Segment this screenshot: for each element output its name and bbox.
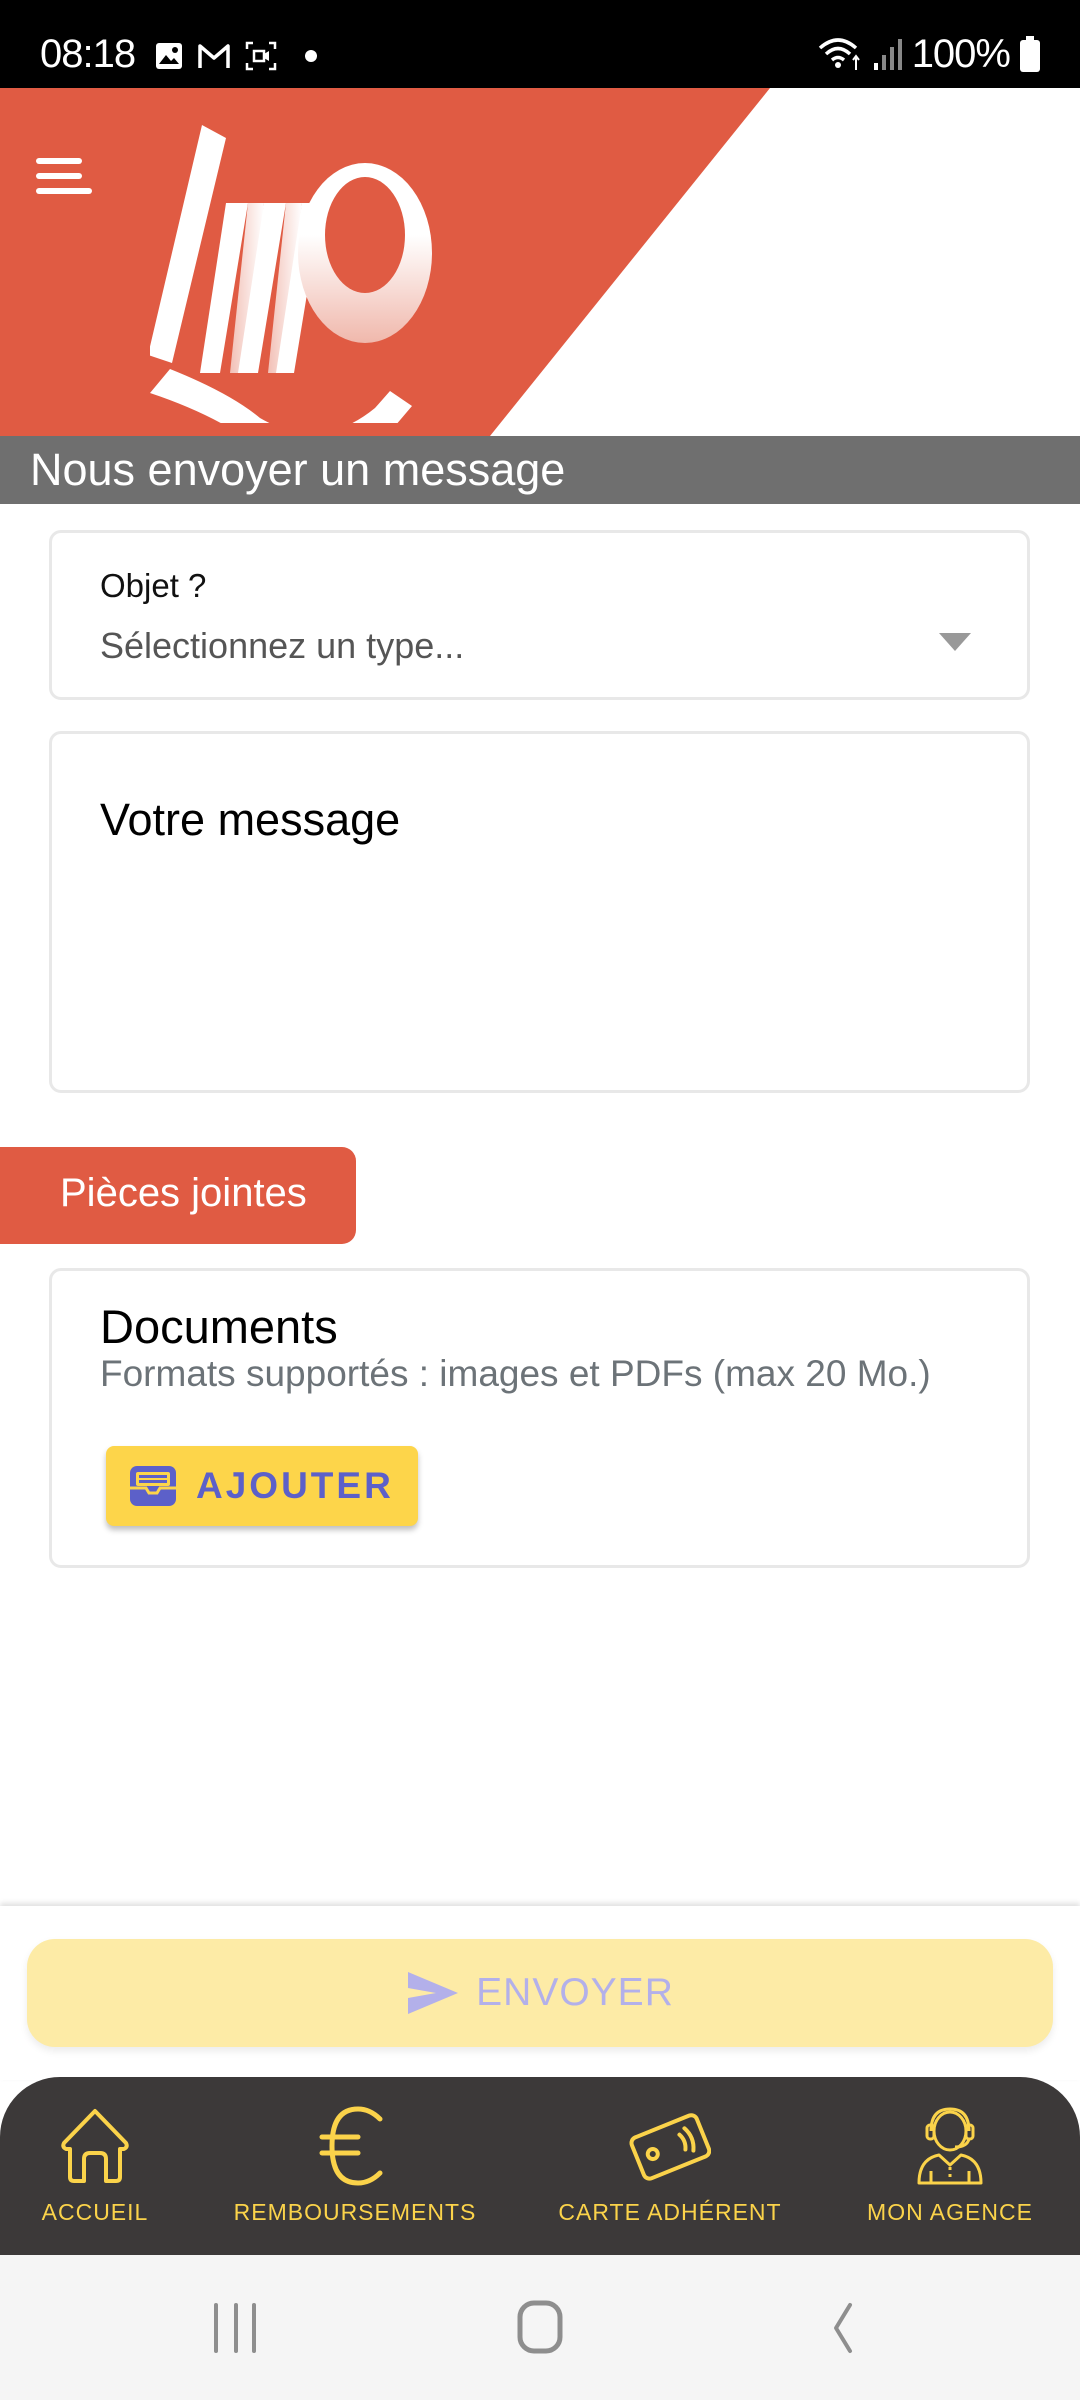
back-icon[interactable] bbox=[800, 2295, 880, 2361]
member-card-icon bbox=[629, 2113, 711, 2181]
signal-icon bbox=[873, 39, 902, 70]
wifi-icon bbox=[818, 38, 860, 70]
send-button-label: ENVOYER bbox=[476, 1971, 674, 2014]
nav-label: MON AGENCE bbox=[867, 2199, 1033, 2225]
send-icon bbox=[408, 1972, 459, 2014]
battery-icon bbox=[1020, 36, 1040, 72]
message-input[interactable] bbox=[100, 794, 987, 1060]
attachments-label: Pièces jointes bbox=[60, 1171, 307, 1215]
status-time: 08:18 bbox=[40, 32, 136, 76]
euro-icon bbox=[319, 2106, 383, 2186]
nav-item-accueil[interactable]: ACCUEIL bbox=[25, 2077, 165, 2255]
page-title: Nous envoyer un message bbox=[30, 444, 566, 495]
agent-headset-icon bbox=[917, 2107, 983, 2185]
add-document-button[interactable]: AJOUTER bbox=[106, 1446, 418, 1526]
nav-label: CARTE ADHÉRENT bbox=[558, 2199, 782, 2225]
gmail-icon bbox=[198, 44, 230, 68]
documents-subtitle: Formats supportés : images et PDFs (max … bbox=[100, 1353, 931, 1394]
brand-logo bbox=[150, 125, 432, 423]
home-icon bbox=[61, 2109, 129, 2183]
nav-item-carte-adherent[interactable]: CARTE ADHÉRENT bbox=[555, 2077, 785, 2255]
add-button-label: AJOUTER bbox=[196, 1465, 394, 1506]
bottom-navigation: ACCUEIL REMBOURSEMENTS CARTE ADHÉRENT MO… bbox=[0, 2077, 1080, 2255]
object-select[interactable]: Objet ? Sélectionnez un type... bbox=[49, 530, 1030, 700]
documents-title: Documents bbox=[100, 1300, 338, 1353]
nav-item-mon-agence[interactable]: MON AGENCE bbox=[860, 2077, 1040, 2255]
object-value: Sélectionnez un type... bbox=[100, 625, 465, 666]
app-header bbox=[0, 88, 1080, 436]
page-title-bar: Nous envoyer un message bbox=[0, 436, 1080, 504]
send-area: ENVOYER bbox=[0, 1906, 1080, 2080]
home-system-icon[interactable] bbox=[500, 2295, 580, 2361]
gallery-icon bbox=[156, 43, 182, 69]
dot-icon bbox=[305, 50, 317, 62]
screen-record-icon bbox=[245, 41, 277, 71]
hamburger-menu-icon[interactable] bbox=[36, 148, 92, 204]
documents-card: Documents Formats supportés : images et … bbox=[49, 1268, 1030, 1568]
nav-label: REMBOURSEMENTS bbox=[233, 2199, 477, 2225]
nav-item-remboursements[interactable]: REMBOURSEMENTS bbox=[230, 2077, 480, 2255]
battery-percent: 100% bbox=[911, 32, 1011, 76]
inbox-tray-icon bbox=[130, 1466, 176, 1506]
system-navigation-bar bbox=[0, 2255, 1080, 2400]
object-label: Objet ? bbox=[100, 567, 207, 604]
recent-apps-icon[interactable] bbox=[196, 2295, 276, 2361]
message-field-container bbox=[49, 731, 1030, 1093]
attachments-section-label: Pièces jointes bbox=[0, 1147, 356, 1244]
status-bar: 08:18 100% bbox=[0, 0, 1080, 88]
send-button[interactable]: ENVOYER bbox=[27, 1939, 1053, 2047]
nav-label: ACCUEIL bbox=[41, 2199, 149, 2225]
dropdown-caret-icon bbox=[939, 633, 971, 651]
